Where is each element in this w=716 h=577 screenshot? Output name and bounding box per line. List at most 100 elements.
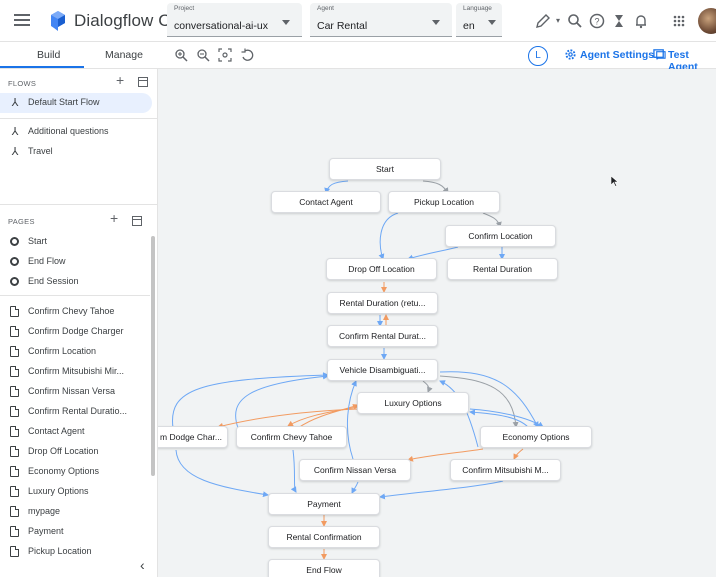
sidebar-item-page[interactable]: Contact Agent [0,422,152,442]
table-view-icon[interactable] [138,77,148,87]
sidebar-item-label: Drop Off Location [28,446,99,456]
sidebar-item-page[interactable]: Start [0,232,152,252]
collapse-sidebar-icon[interactable]: ‹ [140,557,145,573]
tab-build[interactable]: Build [37,49,60,61]
sidebar-item-page[interactable]: Confirm Mitsubishi Mir... [0,362,152,382]
flow-icon: ⅄ [11,126,19,138]
page-icon [10,346,19,357]
language-select-label: Language [463,5,492,12]
help-icon[interactable]: ? [588,12,606,30]
agent-select[interactable]: Agent Car Rental [310,3,452,37]
flow-node-rental-duration-return[interactable]: Rental Duration (retu... [327,292,438,314]
rotate-icon[interactable] [240,48,254,62]
sidebar-item-label: Travel [28,146,53,156]
flow-node-confirm-dodge-charger[interactable]: m Dodge Char... [158,426,228,448]
sidebar-item-page[interactable]: Confirm Rental Duratio... [0,402,152,422]
agent-select-value: Car Rental [317,20,368,32]
agent-settings-button[interactable]: Agent Settings [580,49,654,61]
ring-icon [10,277,19,286]
sidebar-item-page[interactable]: Confirm Nissan Versa [0,382,152,402]
divider [0,118,158,119]
chat-icon[interactable] [653,48,666,61]
sidebar-item-label: Luxury Options [28,486,89,496]
pages-header: PAGES [8,217,35,226]
tab-manage[interactable]: Manage [105,49,143,61]
flow-node-rental-duration[interactable]: Rental Duration [447,258,558,280]
menu-icon[interactable] [14,12,30,28]
page-icon [10,446,19,457]
sidebar-item-flow[interactable]: ⅄ Additional questions [0,122,152,142]
agent-avatar-badge[interactable]: L [528,46,548,66]
flow-node-end-flow[interactable]: End Flow [268,559,380,577]
sidebar-item-page[interactable]: Confirm Dodge Charger [0,322,152,342]
build-manage-tabs: Build Manage [0,42,158,69]
flow-node-confirm-chevy-tahoe[interactable]: Confirm Chevy Tahoe [236,426,347,448]
flow-edges [171,180,544,560]
sidebar-item-flow[interactable]: ⅄ Travel [0,142,152,162]
gear-icon[interactable] [564,48,577,61]
flow-node-rental-confirmation[interactable]: Rental Confirmation [268,526,380,548]
apps-grid-icon[interactable] [670,12,688,30]
flow-node-start[interactable]: Start [329,158,441,180]
sidebar-item-page[interactable]: Confirm Location [0,342,152,362]
sidebar-item-label: Confirm Chevy Tahoe [28,306,115,316]
page-icon [10,546,19,557]
add-page-icon[interactable]: + [110,210,118,226]
page-icon [10,466,19,477]
flow-node-confirm-rental-duration[interactable]: Confirm Rental Durat... [327,325,438,347]
add-flow-icon[interactable]: + [116,72,124,88]
flow-node-confirm-location[interactable]: Confirm Location [445,225,556,247]
sidebar-item-label: Additional questions [28,126,109,136]
sidebar-item-page[interactable]: Economy Options [0,462,152,482]
page-icon [10,326,19,337]
flow-node-luxury-options[interactable]: Luxury Options [357,392,469,414]
project-select-value: conversational-ai-ux [174,20,268,32]
language-select-value: en [463,20,475,32]
flow-node-confirm-nissan-versa[interactable]: Confirm Nissan Versa [299,459,411,481]
page-icon [10,506,19,517]
flow-node-confirm-mitsubishi[interactable]: Confirm Mitsubishi M... [450,459,561,481]
page-icon [10,306,19,317]
chevron-down-icon [432,20,440,25]
edit-dropdown-caret-icon[interactable]: ▾ [549,12,567,30]
sidebar: FLOWS + ⅄ Default Start Flow ⅄ Additiona… [0,69,158,577]
divider [0,295,150,296]
sidebar-item-page[interactable]: End Flow [0,252,152,272]
sidebar-item-flow[interactable]: ⅄ Default Start Flow [0,93,152,113]
table-view-icon[interactable] [132,216,142,226]
flow-node-contact-agent[interactable]: Contact Agent [271,191,381,213]
sidebar-item-page[interactable]: Luxury Options [0,482,152,502]
zoom-out-icon[interactable] [196,48,210,62]
sidebar-item-page[interactable]: Pickup Location [0,542,152,562]
page-icon [10,406,19,417]
search-icon[interactable] [566,12,584,30]
sidebar-item-page[interactable]: Payment [0,522,152,542]
zoom-in-icon[interactable] [174,48,188,62]
flow-icon: ⅄ [11,146,19,158]
divider [0,204,158,205]
sidebar-scrollbar[interactable] [151,236,155,476]
sidebar-item-label: Payment [28,526,64,536]
sidebar-item-label: Contact Agent [28,426,85,436]
flow-canvas[interactable]: Start Contact Agent Pickup Location Conf… [158,69,716,577]
flow-node-vehicle-disambiguation[interactable]: Vehicle Disambiguati... [327,359,438,381]
page-icon [10,366,19,377]
flow-node-pickup-location[interactable]: Pickup Location [388,191,500,213]
sidebar-item-label: End Session [28,276,79,286]
language-select[interactable]: Language en [456,3,502,37]
sidebar-item-page[interactable]: End Session [0,272,152,292]
fit-screen-icon[interactable] [218,48,232,62]
sidebar-item-page[interactable]: Confirm Chevy Tahoe [0,302,152,322]
hourglass-icon[interactable] [610,12,628,30]
user-avatar[interactable] [698,8,716,34]
sidebar-item-label: mypage [28,506,61,516]
sidebar-item-page[interactable]: mypage [0,502,152,522]
sidebar-item-label: Confirm Rental Duratio... [28,406,128,416]
flow-node-payment[interactable]: Payment [268,493,380,515]
sidebar-item-label: Confirm Dodge Charger [28,326,124,336]
bell-icon[interactable] [632,12,650,30]
flow-node-drop-off-location[interactable]: Drop Off Location [326,258,437,280]
project-select[interactable]: Project conversational-ai-ux [167,3,302,37]
sidebar-item-page[interactable]: Drop Off Location [0,442,152,462]
flow-node-economy-options[interactable]: Economy Options [480,426,592,448]
